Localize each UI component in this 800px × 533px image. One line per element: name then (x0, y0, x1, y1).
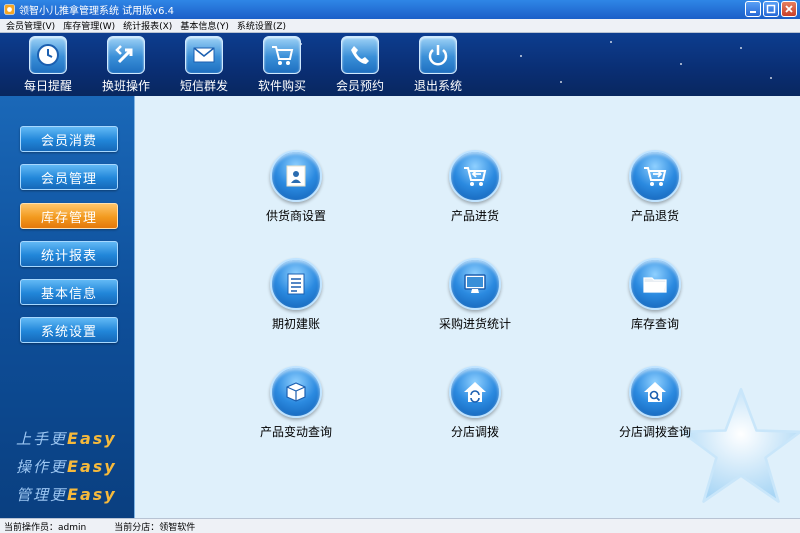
status-operator: 当前操作员：admin (4, 522, 87, 533)
slogan-line-3: 管理更Easy (16, 485, 117, 504)
cart-return-icon (629, 150, 681, 202)
close-icon (785, 5, 793, 13)
sidebar: 会员消费 会员管理 库存管理 统计报表 基本信息 系统设置 上手更Easy 操作… (0, 96, 134, 518)
func-product-return[interactable]: 产品退货 (585, 150, 725, 224)
func-purchase-statistics[interactable]: 采购进货统计 (405, 258, 545, 332)
maximize-button[interactable] (763, 1, 779, 17)
func-inventory-query[interactable]: 库存查询 (585, 258, 725, 332)
envelope-icon (185, 36, 223, 74)
sidebar-item-member-management[interactable]: 会员管理 (20, 164, 118, 190)
main-panel: 供货商设置 产品进货 产品退货 期初建账 采购进货统计 库存查询 产品变动查询 … (134, 96, 800, 518)
sidebar-item-basic-info[interactable]: 基本信息 (20, 279, 118, 305)
minimize-button[interactable] (745, 1, 761, 17)
sidebar-item-statistics[interactable]: 统计报表 (20, 241, 118, 267)
swap-arrows-icon (107, 36, 145, 74)
house-search-icon (629, 366, 681, 418)
menu-basic-info[interactable]: 基本信息(Y) (176, 19, 233, 32)
func-product-change-query[interactable]: 产品变动查询 (226, 366, 366, 440)
title-bar: 领智小儿推拿管理系统 试用版v6.4 (0, 0, 800, 19)
power-icon (419, 36, 457, 74)
app-icon (4, 4, 15, 15)
minimize-icon (750, 11, 756, 13)
func-product-purchase[interactable]: 产品进货 (405, 150, 545, 224)
toolbar-shift-change[interactable]: 换班操作 (90, 36, 162, 94)
func-supplier-setup[interactable]: 供货商设置 (226, 150, 366, 224)
sidebar-item-system-settings[interactable]: 系统设置 (20, 317, 118, 343)
menu-reports[interactable]: 统计报表(X) (119, 19, 176, 32)
menu-inventory[interactable]: 库存管理(W) (59, 19, 119, 32)
phone-icon (341, 36, 379, 74)
product-box-icon (270, 366, 322, 418)
window-controls (745, 1, 797, 17)
clock-icon (29, 36, 67, 74)
maximize-icon (766, 4, 776, 14)
sidebar-item-member-consumption[interactable]: 会员消费 (20, 126, 118, 152)
window-title: 领智小儿推拿管理系统 试用版v6.4 (19, 6, 174, 17)
toolbar: 每日提醒 换班操作 短信群发 软件购买 会员预约 退出系统 (0, 33, 800, 96)
menu-bar: 会员管理(V) 库存管理(W) 统计报表(X) 基本信息(Y) 系统设置(Z) (0, 19, 800, 33)
close-button[interactable] (781, 1, 797, 17)
toolbar-buy-software[interactable]: 软件购买 (246, 36, 318, 94)
toolbar-sms-broadcast[interactable]: 短信群发 (168, 36, 240, 94)
folder-icon (629, 258, 681, 310)
slogan-line-2: 操作更Easy (16, 457, 117, 476)
sidebar-item-inventory-management[interactable]: 库存管理 (20, 203, 118, 229)
ledger-icon (270, 258, 322, 310)
status-branch: 当前分店：领智软件 (114, 522, 196, 533)
func-branch-transfer-query[interactable]: 分店调拨查询 (585, 366, 725, 440)
menu-settings[interactable]: 系统设置(Z) (233, 19, 290, 32)
func-branch-transfer[interactable]: 分店调拨 (405, 366, 545, 440)
supplier-card-icon (270, 150, 322, 202)
shopping-cart-icon (263, 36, 301, 74)
menu-member[interactable]: 会员管理(V) (2, 19, 59, 32)
toolbar-daily-reminder[interactable]: 每日提醒 (12, 36, 84, 94)
house-transfer-icon (449, 366, 501, 418)
func-opening-account[interactable]: 期初建账 (226, 258, 366, 332)
status-bar: 当前操作员：admin 当前分店：领智软件 (0, 518, 800, 533)
toolbar-member-appointment[interactable]: 会员预约 (324, 36, 396, 94)
toolbar-exit-system[interactable]: 退出系统 (402, 36, 474, 94)
cart-in-icon (449, 150, 501, 202)
slogan-line-1: 上手更Easy (16, 429, 117, 448)
monitor-icon (449, 258, 501, 310)
